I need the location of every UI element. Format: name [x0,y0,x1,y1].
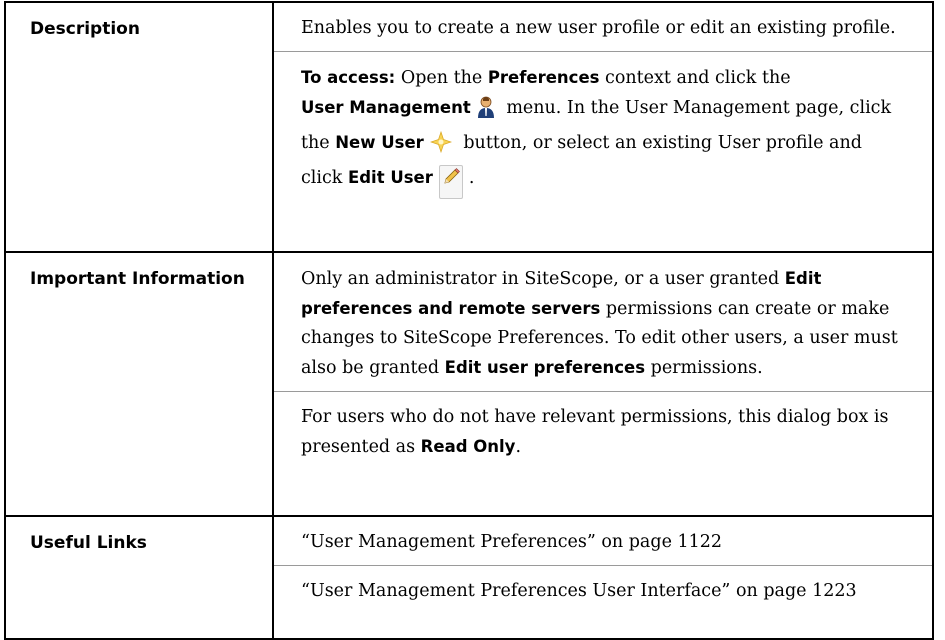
row-label-important-information: Important Information [4,251,274,517]
new-user-icon [429,130,452,163]
edit-user-pencil-icon [438,165,463,199]
reference-table: Description Enables you to create a new … [4,1,934,640]
new-user-term: New User [335,133,424,152]
read-only-term: Read Only [420,437,516,456]
link-user-management-preferences-ui[interactable]: “User Management Preferences User Interf… [274,565,932,614]
important-information-content: Only an administrator in SiteScope, or a… [272,251,934,517]
useful-links-content: “User Management Preferences” on page 11… [272,515,934,640]
read-only-paragraph: For users who do not have relevant permi… [274,391,932,470]
description-row: Description Enables you to create a new … [4,1,934,253]
description-content: Enables you to create a new user profile… [272,1,934,253]
access-paragraph: To access: Open the Preferences context … [274,51,932,207]
permissions-paragraph: Only an administrator in SiteScope, or a… [301,269,898,378]
edit-user-term: Edit User [347,168,433,187]
to-access-label: To access: [301,68,396,87]
important-information-row: Important Information Only an administra… [4,251,934,517]
edit-user-preferences-term: Edit user preferences [444,358,646,377]
useful-links-row: Useful Links “User Management Preference… [4,515,934,640]
preferences-context-term: Preferences [487,68,600,87]
row-label-useful-links: Useful Links [4,515,274,640]
user-management-term: User Management [301,98,471,117]
link-user-management-preferences[interactable]: “User Management Preferences” on page 11… [274,517,932,565]
row-label-description: Description [4,1,274,253]
user-management-icon [477,96,495,128]
description-paragraph: Enables you to create a new user profile… [301,18,896,38]
